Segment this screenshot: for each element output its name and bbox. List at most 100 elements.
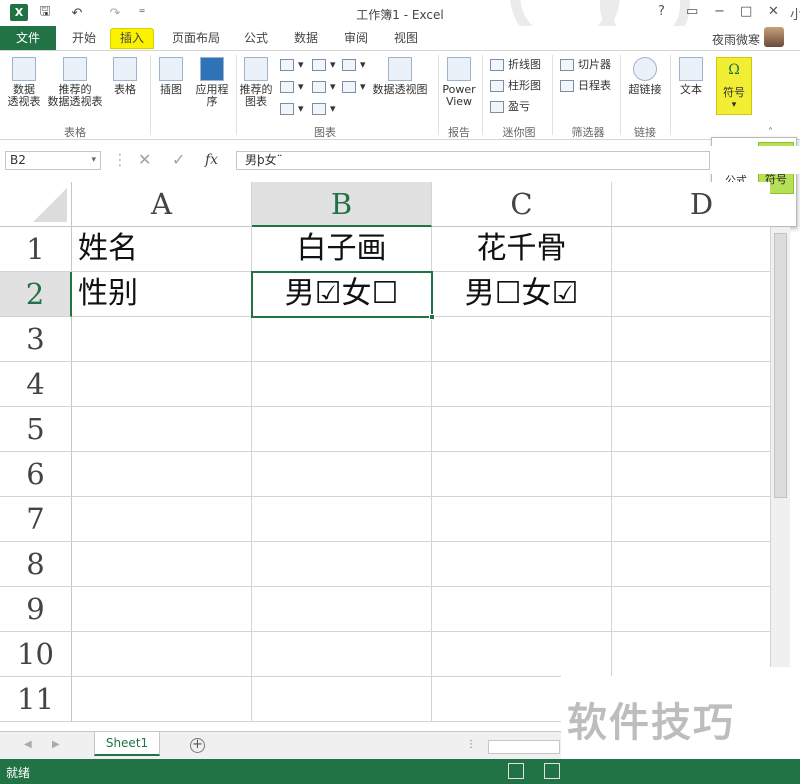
cell-b5[interactable] — [252, 407, 432, 452]
line-chart-icon[interactable]: ▾ — [280, 79, 304, 95]
minimize-button[interactable]: − — [714, 4, 725, 19]
row-header-9[interactable]: 9 — [0, 587, 72, 632]
cell-c9[interactable] — [432, 587, 612, 632]
enter-icon[interactable]: ✓ — [172, 151, 185, 169]
row-header-10[interactable]: 10 — [0, 632, 72, 677]
horizontal-scrollbar[interactable] — [488, 740, 560, 754]
tab-insert[interactable]: 插入 — [110, 28, 154, 49]
cell-c6[interactable] — [432, 452, 612, 497]
column-chart-icon[interactable]: ▾ — [280, 57, 304, 73]
tab-file[interactable]: 文件 — [0, 26, 56, 50]
cancel-icon[interactable]: ✕ — [138, 151, 151, 169]
insert-function-icon[interactable]: fx — [205, 151, 218, 169]
restore-button[interactable]: □ — [740, 4, 752, 19]
cell-b10[interactable] — [252, 632, 432, 677]
sheet-tab-sheet1[interactable]: Sheet1 — [94, 732, 160, 756]
cell-b6[interactable] — [252, 452, 432, 497]
row-header-6[interactable]: 6 — [0, 452, 72, 497]
help-icon[interactable]: ? — [658, 4, 665, 19]
cell-c2[interactable]: 男☐女☑ — [432, 272, 612, 317]
cell-c3[interactable] — [432, 317, 612, 362]
undo-icon[interactable]: ↶ — [62, 3, 92, 23]
row-header-5[interactable]: 5 — [0, 407, 72, 452]
illustrations-button[interactable]: 插图 — [154, 57, 188, 96]
cell-a6[interactable] — [72, 452, 252, 497]
cell-b1[interactable]: 白子画 — [252, 227, 432, 272]
avatar[interactable] — [764, 27, 784, 47]
vertical-scrollbar[interactable] — [770, 227, 790, 667]
cell-d5[interactable] — [612, 407, 770, 452]
cell-b2[interactable]: 男☑女☐ — [252, 272, 432, 317]
row-header-4[interactable]: 4 — [0, 362, 72, 407]
customize-qat-icon[interactable]: ⁼ — [136, 3, 148, 23]
scatter-chart-icon[interactable]: ▾ — [312, 101, 336, 117]
cell-b7[interactable] — [252, 497, 432, 542]
row-header-7[interactable]: 7 — [0, 497, 72, 542]
cell-c5[interactable] — [432, 407, 612, 452]
sparkline-winloss-button[interactable]: 盈亏 — [490, 99, 530, 115]
recommended-charts-button[interactable]: 推荐的 图表 — [238, 57, 274, 108]
tab-review[interactable]: 审阅 — [334, 26, 378, 50]
column-header-c[interactable]: C — [432, 182, 612, 227]
pie-chart-icon[interactable]: ▾ — [280, 101, 304, 117]
cell-a10[interactable] — [72, 632, 252, 677]
row-header-8[interactable]: 8 — [0, 542, 72, 587]
cell-b4[interactable] — [252, 362, 432, 407]
tab-page-layout[interactable]: 页面布局 — [164, 26, 228, 50]
sheet-options-icon[interactable]: ⋮ — [466, 739, 476, 750]
next-sheet-icon[interactable]: ▶ — [52, 739, 60, 750]
row-header-2[interactable]: 2 — [0, 272, 72, 317]
column-header-d[interactable]: D — [612, 182, 770, 227]
tab-data[interactable]: 数据 — [284, 26, 328, 50]
cell-a9[interactable] — [72, 587, 252, 632]
sparkline-line-button[interactable]: 折线图 — [490, 57, 541, 73]
cell-b3[interactable] — [252, 317, 432, 362]
redo-icon[interactable]: ↷ — [100, 3, 130, 23]
close-button[interactable]: ✕ — [768, 4, 779, 19]
tab-home[interactable]: 开始 — [62, 26, 106, 50]
row-header-11[interactable]: 11 — [0, 677, 72, 722]
cell-a2[interactable]: 性别 — [72, 272, 252, 317]
cell-c7[interactable] — [432, 497, 612, 542]
column-header-b[interactable]: B — [252, 182, 432, 227]
hierarchy-chart-icon[interactable]: ▾ — [312, 57, 336, 73]
symbols-button[interactable]: Ω 符号 ▾ — [716, 57, 752, 115]
tab-formulas[interactable]: 公式 — [234, 26, 278, 50]
cell-d7[interactable] — [612, 497, 770, 542]
hyperlink-button[interactable]: 超链接 — [624, 57, 666, 96]
slicer-button[interactable]: 切片器 — [560, 57, 611, 73]
cell-d2[interactable] — [612, 272, 770, 317]
cell-d1[interactable] — [612, 227, 770, 272]
add-sheet-icon[interactable]: + — [190, 738, 205, 753]
formula-input[interactable]: 男þ女¨ — [236, 151, 710, 170]
cell-c10[interactable] — [432, 632, 612, 677]
ribbon-display-icon[interactable]: ▭ — [686, 4, 698, 19]
page-layout-view-icon[interactable] — [544, 763, 560, 779]
scrollbar-thumb[interactable] — [774, 233, 787, 498]
table-button[interactable]: 表格 — [108, 57, 142, 96]
cell-d6[interactable] — [612, 452, 770, 497]
tab-view[interactable]: 视图 — [384, 26, 428, 50]
pivot-table-button[interactable]: 数据 透视表 — [4, 57, 44, 108]
cell-a5[interactable] — [72, 407, 252, 452]
cell-b8[interactable] — [252, 542, 432, 587]
row-header-1[interactable]: 1 — [0, 227, 72, 272]
cell-a4[interactable] — [72, 362, 252, 407]
cell-d4[interactable] — [612, 362, 770, 407]
waterfall-chart-icon[interactable]: ▾ — [342, 57, 366, 73]
cell-d8[interactable] — [612, 542, 770, 587]
recommended-pivot-button[interactable]: 推荐的 数据透视表 — [44, 57, 106, 108]
normal-view-icon[interactable] — [508, 763, 524, 779]
save-icon[interactable]: 🖫 — [36, 3, 54, 23]
cell-c4[interactable] — [432, 362, 612, 407]
combo-chart-icon[interactable]: ▾ — [342, 79, 366, 95]
cell-a3[interactable] — [72, 317, 252, 362]
cell-a8[interactable] — [72, 542, 252, 587]
select-all-button[interactable] — [0, 182, 72, 227]
statistic-chart-icon[interactable]: ▾ — [312, 79, 336, 95]
cell-a11[interactable] — [72, 677, 252, 722]
user-name[interactable]: 夜雨微寒 — [712, 31, 760, 48]
cell-d10[interactable] — [612, 632, 770, 677]
previous-sheet-icon[interactable]: ◀ — [24, 739, 32, 750]
cell-d9[interactable] — [612, 587, 770, 632]
